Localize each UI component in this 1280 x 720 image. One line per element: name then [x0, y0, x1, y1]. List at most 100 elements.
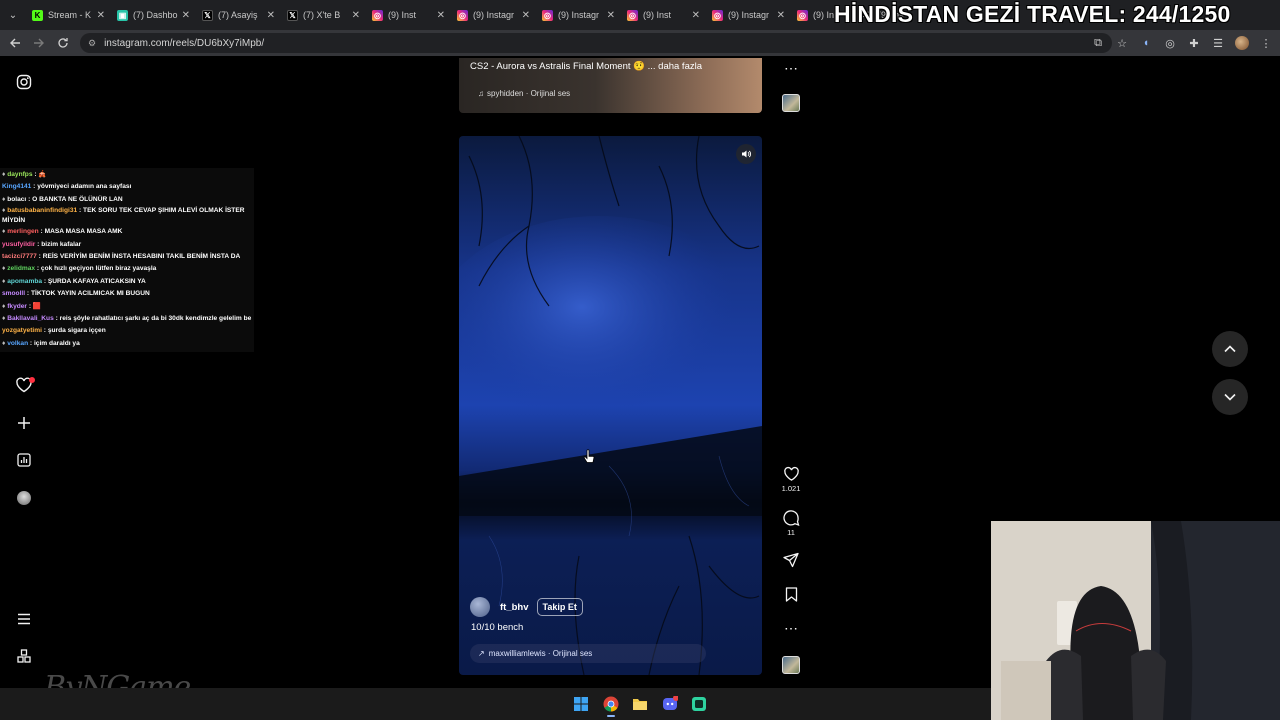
- browser-tab[interactable]: ◎ (9) Instagr ✕: [536, 0, 621, 30]
- close-tab-icon[interactable]: ✕: [182, 10, 190, 21]
- chrome-taskbar-icon[interactable]: [603, 696, 619, 712]
- install-app-icon[interactable]: ⧉: [1086, 31, 1110, 55]
- chat-username[interactable]: Bakllavali_Kus: [7, 315, 54, 322]
- chat-username[interactable]: tacizci7777: [2, 253, 37, 260]
- chat-username[interactable]: zelidmax: [7, 265, 35, 272]
- heart-icon: [783, 466, 799, 481]
- browser-tab[interactable]: 𝕏 (7) Asayiş ✕: [196, 0, 281, 30]
- like-count[interactable]: 1.021: [782, 484, 801, 493]
- author-avatar[interactable]: [470, 597, 490, 617]
- reel-video-frame: [459, 136, 762, 675]
- music-note-icon: ♫: [478, 89, 484, 98]
- profile-rail-avatar[interactable]: [14, 488, 34, 508]
- previous-reel-caption[interactable]: CS2 - Aurora vs Astralis Final Moment 🤨 …: [470, 61, 702, 72]
- save-button[interactable]: [781, 587, 801, 602]
- forward-button[interactable]: [27, 31, 51, 55]
- webcam-feed: [991, 521, 1280, 720]
- author-username[interactable]: ft_bhv: [500, 602, 529, 613]
- chat-username[interactable]: smoolll: [2, 290, 25, 297]
- chat-username[interactable]: fkyder: [7, 303, 27, 310]
- share-button[interactable]: [781, 552, 801, 568]
- reading-list-icon[interactable]: ☰: [1206, 31, 1230, 55]
- previous-reel-audio[interactable]: ♫ spyhidden · Orijinal ses: [478, 89, 570, 98]
- close-tab-icon[interactable]: ✕: [267, 10, 275, 21]
- comment-icon: [782, 510, 799, 526]
- reel-audio-thumbnail[interactable]: [782, 656, 800, 674]
- back-arrow-icon: [10, 38, 20, 48]
- browser-tab[interactable]: ◎ (9) Instagr ✕: [451, 0, 536, 30]
- site-info-icon[interactable]: ⚙: [88, 38, 96, 49]
- bookmark-star-icon[interactable]: ☆: [1110, 31, 1134, 55]
- address-bar[interactable]: ⚙ instagram.com/reels/DU6bXy7iMpb/: [80, 33, 1112, 53]
- more-menu-icon[interactable]: [14, 609, 34, 629]
- chat-username[interactable]: yusufyildir: [2, 241, 35, 248]
- chat-username[interactable]: apomamba: [7, 278, 42, 285]
- previous-reel-button[interactable]: [1212, 331, 1248, 367]
- chat-text: : 🟥: [27, 302, 42, 310]
- chat-username[interactable]: yozgatyetimi: [2, 327, 42, 334]
- follow-button[interactable]: Takip Et: [536, 598, 583, 616]
- url-text: instagram.com/reels/DU6bXy7iMpb/: [104, 37, 265, 49]
- profile-avatar[interactable]: [1230, 31, 1254, 55]
- close-tab-icon[interactable]: ✕: [607, 10, 615, 21]
- chat-username[interactable]: King4141: [2, 183, 31, 190]
- instagram-icon: ◎: [797, 9, 808, 21]
- close-tab-icon[interactable]: ✕: [437, 10, 445, 21]
- close-tab-icon[interactable]: ✕: [522, 10, 530, 21]
- extension-audio-icon[interactable]: ◖: [1134, 31, 1158, 55]
- chevron-up-icon: [1224, 345, 1236, 353]
- extension-icon[interactable]: ◎: [1158, 31, 1182, 55]
- windows-start-icon[interactable]: [573, 696, 589, 712]
- tab-search-button[interactable]: ⌄: [0, 0, 26, 30]
- chat-username[interactable]: bolacı: [7, 196, 26, 203]
- chat-text: : yövmiyeci adamın ana sayfası: [31, 183, 132, 191]
- chat-message: smoolll : TİKTOK YAYIN ACILMICAK MI BUGU…: [2, 288, 252, 300]
- reel-audio-pill[interactable]: ↗ maxwilliamlewis · Orijinal ses: [470, 644, 706, 663]
- comment-button[interactable]: 11: [781, 509, 801, 537]
- chat-username[interactable]: batusbabaninfindigi31: [7, 207, 77, 214]
- previous-reel[interactable]: CS2 - Aurora vs Astralis Final Moment 🤨 …: [459, 58, 762, 113]
- also-from-meta-icon[interactable]: [14, 646, 34, 666]
- chat-text: : içim daraldı ya: [28, 339, 80, 347]
- reload-button[interactable]: [51, 31, 75, 55]
- sound-toggle-button[interactable]: [736, 144, 756, 164]
- audio-arrow-icon: ↗: [478, 649, 485, 658]
- chat-username[interactable]: daynfps: [7, 171, 32, 178]
- browser-tab[interactable]: ◎ (9) Inst ✕: [366, 0, 451, 30]
- close-tab-icon[interactable]: ✕: [777, 10, 785, 21]
- chat-message: yozgatyetimi : şurda sigara iççen: [2, 325, 252, 337]
- tab-label: (7) Asayiş: [218, 10, 258, 20]
- browser-tab[interactable]: K Stream - K ✕: [26, 0, 111, 30]
- browser-menu-icon[interactable]: ⋮: [1254, 31, 1278, 55]
- extensions-puzzle-icon[interactable]: ✚: [1182, 31, 1206, 55]
- close-tab-icon[interactable]: ✕: [352, 10, 360, 21]
- app-icon[interactable]: [691, 696, 707, 712]
- previous-reel-audio-thumbnail[interactable]: [782, 94, 800, 112]
- dashboard-icon[interactable]: [14, 450, 34, 470]
- chat-message: ♦ bolacı : O BANKTA NE ÖLÜNÜR LAN: [2, 194, 252, 206]
- reel-video[interactable]: ft_bhv Takip Et 10/10 bench ↗ maxwilliaml…: [459, 136, 762, 675]
- like-button[interactable]: 1.021: [781, 466, 801, 493]
- chat-text: : şurda sigara iççen: [41, 327, 106, 335]
- hand-cursor-icon: [583, 449, 595, 463]
- create-plus-icon[interactable]: [14, 413, 34, 433]
- discord-icon[interactable]: [662, 696, 678, 712]
- browser-tab[interactable]: 𝕏 (7) X'te B ✕: [281, 0, 366, 30]
- reel-more-button[interactable]: ⋯: [781, 620, 801, 637]
- comment-count[interactable]: 11: [787, 528, 795, 537]
- close-tab-icon[interactable]: ✕: [692, 10, 700, 21]
- browser-tab[interactable]: ◎ (9) Inst ✕: [621, 0, 706, 30]
- next-reel-button[interactable]: [1212, 379, 1248, 415]
- chat-text: : REİS VERİYİM BENİM İNSTA HESABINI TAKI…: [36, 253, 241, 261]
- browser-tab[interactable]: ◎ (9) Instagr ✕: [706, 0, 791, 30]
- reel-caption[interactable]: 10/10 bench: [471, 622, 523, 633]
- tab-label: (9) Inst: [643, 10, 672, 20]
- chat-username[interactable]: volkan: [7, 340, 28, 347]
- browser-tab[interactable]: ▣ (7) Dashbo ✕: [111, 0, 196, 30]
- back-button[interactable]: [3, 31, 27, 55]
- file-explorer-icon[interactable]: [632, 696, 648, 712]
- chat-username[interactable]: merlingen: [7, 228, 39, 235]
- previous-reel-more-button[interactable]: ⋯: [781, 60, 801, 77]
- instagram-logo-icon[interactable]: [14, 72, 34, 92]
- close-tab-icon[interactable]: ✕: [97, 10, 105, 21]
